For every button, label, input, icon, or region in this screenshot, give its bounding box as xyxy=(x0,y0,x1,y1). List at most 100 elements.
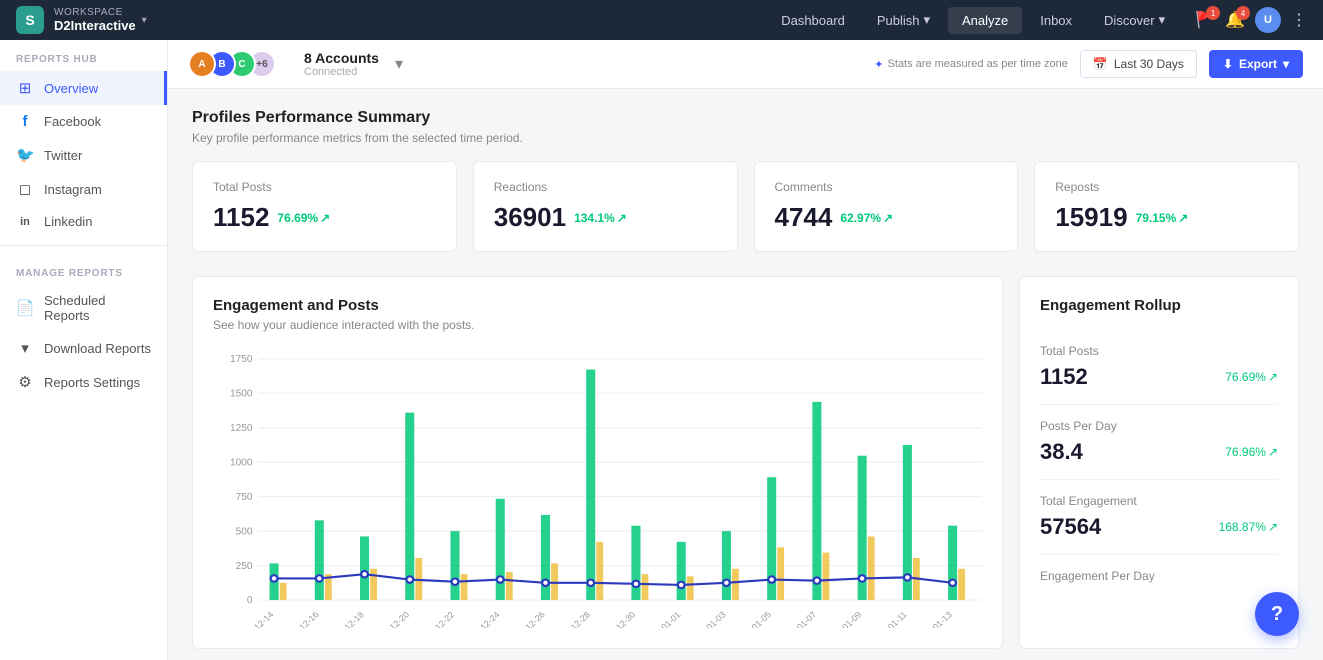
chart-section: Engagement and Posts See how your audien… xyxy=(192,276,1299,649)
manage-reports-label: MANAGE REPORTS xyxy=(0,254,167,285)
svg-text:1250: 1250 xyxy=(230,423,253,434)
metric-reposts: Reposts 15919 79.15% ↗ xyxy=(1034,161,1299,252)
sidebar-item-instagram[interactable]: ◻ Instagram xyxy=(0,172,167,206)
avatar-1: A xyxy=(188,50,216,78)
metric-reactions-label: Reactions xyxy=(494,180,717,194)
svg-text:2020-12-16: 2020-12-16 xyxy=(281,610,321,628)
metric-total-posts-label: Total Posts xyxy=(213,180,436,194)
svg-text:2020-12-30: 2020-12-30 xyxy=(597,610,637,628)
workspace-chevron-icon: ▾ xyxy=(142,15,147,26)
svg-text:2021-01-11: 2021-01-11 xyxy=(869,610,909,628)
nav-publish[interactable]: Publish▾ xyxy=(863,6,944,34)
stats-dot-icon: ✦ xyxy=(874,58,883,71)
sidebar-item-overview[interactable]: ⊞ Overview xyxy=(0,71,167,105)
sidebar-divider xyxy=(0,245,167,246)
nav-inbox[interactable]: Inbox xyxy=(1026,7,1086,34)
stats-note: ✦ Stats are measured as per time zone xyxy=(874,58,1068,71)
instagram-icon: ◻ xyxy=(16,180,34,198)
svg-text:2020-12-20: 2020-12-20 xyxy=(371,610,411,628)
rollup-title: Engagement Rollup xyxy=(1040,297,1278,314)
help-button[interactable]: ? xyxy=(1255,592,1299,636)
svg-text:2021-01-03: 2021-01-03 xyxy=(688,610,728,628)
sidebar-item-scheduled[interactable]: 📄 Scheduled Reports xyxy=(0,285,167,331)
up-arrow-icon: ↗ xyxy=(1178,211,1188,225)
svg-text:2021-01-07: 2021-01-07 xyxy=(778,610,818,628)
sidebar-item-download[interactable]: ▾ Download Reports xyxy=(0,331,167,365)
flag-button[interactable]: 🚩1 xyxy=(1195,10,1215,30)
notification-button[interactable]: 🔔4 xyxy=(1225,10,1245,30)
metric-reactions-value: 36901 134.1% ↗ xyxy=(494,202,717,233)
twitter-icon: 🐦 xyxy=(16,146,34,164)
rollup-total-posts-label: Total Posts xyxy=(1040,344,1278,358)
metric-total-posts: Total Posts 1152 76.69% ↗ xyxy=(192,161,457,252)
metric-total-posts-value: 1152 76.69% ↗ xyxy=(213,202,436,233)
scheduled-icon: 📄 xyxy=(16,299,34,317)
export-button[interactable]: ⬇ Export ▾ xyxy=(1209,50,1303,78)
svg-text:1000: 1000 xyxy=(230,458,253,469)
svg-text:2021-01-13: 2021-01-13 xyxy=(914,610,954,628)
sidebar-overview-label: Overview xyxy=(44,81,98,96)
nav-dashboard[interactable]: Dashboard xyxy=(767,7,859,34)
chart-area: 1750 1500 1250 1000 750 500 250 0 xyxy=(213,348,982,628)
reports-hub-label: REPORTS HUB xyxy=(0,40,167,71)
main-content: A B C +6 8 Accounts Connected ▾ ✦ Stats … xyxy=(168,40,1323,660)
sidebar-item-settings[interactable]: ⚙ Reports Settings xyxy=(0,365,167,399)
account-sub: Connected xyxy=(304,66,379,78)
rollup-card: Engagement Rollup Total Posts 1152 76.69… xyxy=(1019,276,1299,649)
flag-badge: 1 xyxy=(1206,6,1220,20)
download-icon: ▾ xyxy=(16,339,34,357)
sidebar: REPORTS HUB ⊞ Overview f Facebook 🐦 Twit… xyxy=(0,40,168,660)
chart-sub: See how your audience interacted with th… xyxy=(213,318,982,332)
topnav-links: Dashboard Publish▾ Analyze Inbox Discove… xyxy=(767,6,1179,34)
export-chevron-icon: ▾ xyxy=(1283,57,1289,71)
account-avatars: A B C +6 xyxy=(188,50,276,78)
account-dropdown-icon[interactable]: ▾ xyxy=(395,54,403,74)
metrics-grid: Total Posts 1152 76.69% ↗ Reactions 3690… xyxy=(192,161,1299,252)
sidebar-item-facebook[interactable]: f Facebook xyxy=(0,105,167,138)
workspace-selector[interactable]: WORKSPACE D2Interactive ▾ xyxy=(54,7,147,33)
sidebar-facebook-label: Facebook xyxy=(44,114,101,129)
chart-svg: 1750 1500 1250 1000 750 500 250 0 xyxy=(213,348,982,628)
rollup-te-change: 168.87% ↗ xyxy=(1219,520,1278,534)
metric-reactions: Reactions 36901 134.1% ↗ xyxy=(473,161,738,252)
svg-text:250: 250 xyxy=(236,561,253,572)
sidebar-item-twitter[interactable]: 🐦 Twitter xyxy=(0,138,167,172)
rollup-ppd-change: 76.96% ↗ xyxy=(1225,445,1278,459)
sidebar-scheduled-label: Scheduled Reports xyxy=(44,293,151,323)
rollup-posts-per-day: Posts Per Day 38.4 76.96% ↗ xyxy=(1040,405,1278,480)
user-avatar[interactable]: U xyxy=(1255,7,1281,33)
rollup-ppd-value: 38.4 xyxy=(1040,439,1083,465)
topnav: S WORKSPACE D2Interactive ▾ Dashboard Pu… xyxy=(0,0,1323,40)
workspace-name: D2Interactive xyxy=(54,18,136,33)
more-options-button[interactable]: ⋮ xyxy=(1291,10,1307,30)
performance-sub: Key profile performance metrics from the… xyxy=(192,131,1299,145)
date-range-button[interactable]: 📅 Last 30 Days xyxy=(1080,50,1197,78)
rollup-engagement-per-day: Engagement Per Day xyxy=(1040,555,1278,603)
svg-text:1750: 1750 xyxy=(230,354,253,365)
nav-analyze[interactable]: Analyze xyxy=(948,7,1022,34)
metric-total-posts-change: 76.69% ↗ xyxy=(277,211,330,225)
metric-comments-value: 4744 62.97% ↗ xyxy=(775,202,998,233)
rollup-total-engagement: Total Engagement 57564 168.87% ↗ xyxy=(1040,480,1278,555)
calendar-icon: 📅 xyxy=(1093,57,1108,71)
sidebar-settings-label: Reports Settings xyxy=(44,375,140,390)
metric-reactions-change: 134.1% ↗ xyxy=(574,211,627,225)
svg-text:750: 750 xyxy=(236,492,253,503)
settings-icon: ⚙ xyxy=(16,373,34,391)
overview-icon: ⊞ xyxy=(16,79,34,97)
linkedin-icon: in xyxy=(16,216,34,228)
chart-title: Engagement and Posts xyxy=(213,297,982,314)
up-arrow-icon: ↗ xyxy=(883,211,893,225)
topnav-icons: 🚩1 🔔4 U ⋮ xyxy=(1195,7,1307,33)
sidebar-download-label: Download Reports xyxy=(44,341,151,356)
nav-discover[interactable]: Discover▾ xyxy=(1090,6,1179,34)
sidebar-instagram-label: Instagram xyxy=(44,182,102,197)
page-content: Profiles Performance Summary Key profile… xyxy=(168,89,1323,660)
app-logo[interactable]: S xyxy=(16,6,44,34)
sidebar-twitter-label: Twitter xyxy=(44,148,82,163)
rollup-ppd-label: Posts Per Day xyxy=(1040,419,1278,433)
sidebar-item-linkedin[interactable]: in Linkedin xyxy=(0,206,167,237)
up-arrow-icon: ↗ xyxy=(320,211,330,225)
metric-comments-change: 62.97% ↗ xyxy=(840,211,893,225)
rollup-total-posts-change: 76.69% ↗ xyxy=(1225,370,1278,384)
